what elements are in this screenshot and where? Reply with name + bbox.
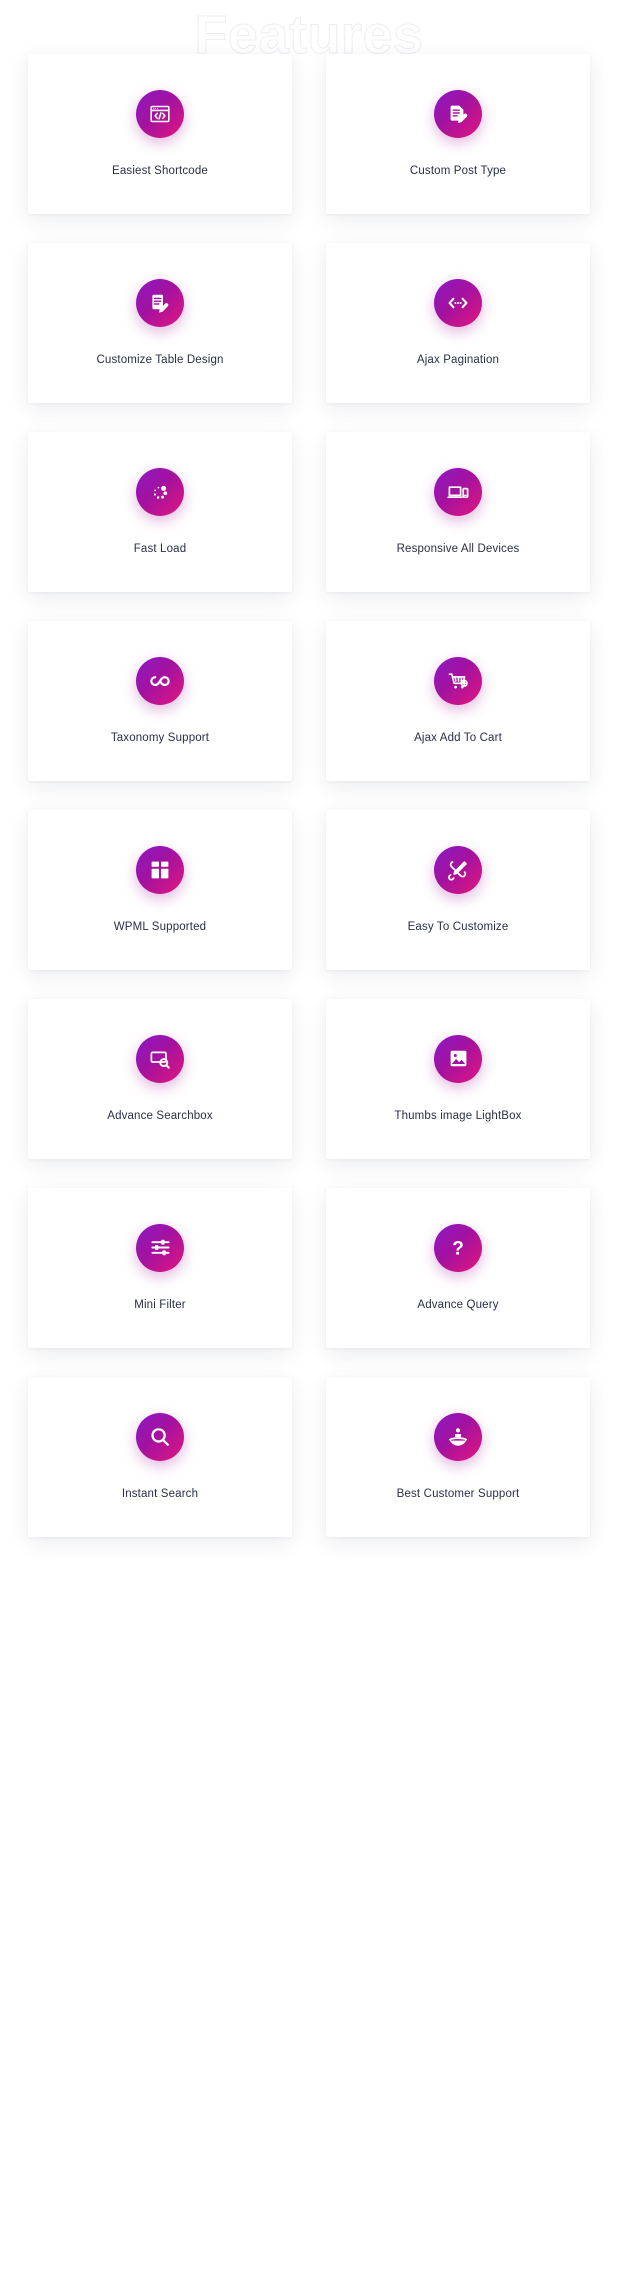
feature-card-label: Thumbs image LightBox <box>394 1109 522 1122</box>
feature-card[interactable]: Instant Search <box>28 1377 292 1537</box>
feature-card-label: Taxonomy Support <box>110 731 210 744</box>
cart-plus-icon <box>434 656 482 705</box>
spinner-dots-icon <box>136 467 184 516</box>
question-mark-icon: ? <box>434 1223 482 1272</box>
pagination-arrows-icon <box>434 278 482 327</box>
feature-card-label: Advance Query <box>417 1298 499 1311</box>
support-hand-icon <box>434 1412 482 1461</box>
feature-card-label: Best Customer Support <box>396 1487 520 1500</box>
feature-card[interactable]: Mini Filter <box>28 1188 292 1348</box>
feature-card-label: WPML Supported <box>113 920 207 933</box>
magnifier-icon <box>136 1412 184 1461</box>
grid-blocks-icon <box>136 845 184 894</box>
svg-text:?: ? <box>452 1238 464 1259</box>
feature-card[interactable]: Customize Table Design <box>28 243 292 403</box>
feature-card[interactable]: Best Customer Support <box>326 1377 590 1537</box>
table-edit-icon <box>136 278 184 327</box>
wrench-pencil-icon <box>434 845 482 894</box>
feature-card[interactable]: Responsive All Devices <box>326 432 590 592</box>
feature-card[interactable]: WPML Supported <box>28 810 292 970</box>
feature-card[interactable]: Easiest Shortcode <box>28 54 292 214</box>
infinity-icon <box>136 656 184 705</box>
feature-card[interactable]: Custom Post Type <box>326 54 590 214</box>
feature-card-label: Custom Post Type <box>409 164 507 177</box>
feature-card-label: Advance Searchbox <box>107 1109 213 1122</box>
feature-card-label: Ajax Add To Cart <box>414 731 502 744</box>
feature-card[interactable]: Easy To Customize <box>326 810 590 970</box>
feature-card-label: Customize Table Design <box>96 353 224 366</box>
laptop-phone-icon <box>434 467 482 516</box>
feature-card[interactable]: Ajax Pagination <box>326 243 590 403</box>
feature-card-label: Ajax Pagination <box>416 353 500 366</box>
feature-card[interactable]: ? Advance Query <box>326 1188 590 1348</box>
feature-card[interactable]: Fast Load <box>28 432 292 592</box>
feature-card-label: Instant Search <box>121 1487 199 1500</box>
code-window-icon <box>136 89 184 138</box>
feature-card-label: Mini Filter <box>134 1298 186 1311</box>
searchbox-icon <box>136 1034 184 1083</box>
feature-card[interactable]: Ajax Add To Cart <box>326 621 590 781</box>
feature-card[interactable]: Thumbs image LightBox <box>326 999 590 1159</box>
feature-card-label: Easy To Customize <box>407 920 509 933</box>
image-photo-icon <box>434 1034 482 1083</box>
features-page: Features Easiest Shortcode Custom Post T… <box>0 0 618 2270</box>
feature-card-label: Fast Load <box>133 542 187 555</box>
feature-card-label: Easiest Shortcode <box>112 164 208 177</box>
feature-card-label: Responsive All Devices <box>396 542 520 555</box>
feature-card[interactable]: Taxonomy Support <box>28 621 292 781</box>
feature-card[interactable]: Advance Searchbox <box>28 999 292 1159</box>
features-grid: Easiest Shortcode Custom Post Type Custo… <box>0 0 618 1573</box>
document-pencil-icon <box>434 89 482 138</box>
sliders-filter-icon <box>136 1223 184 1272</box>
